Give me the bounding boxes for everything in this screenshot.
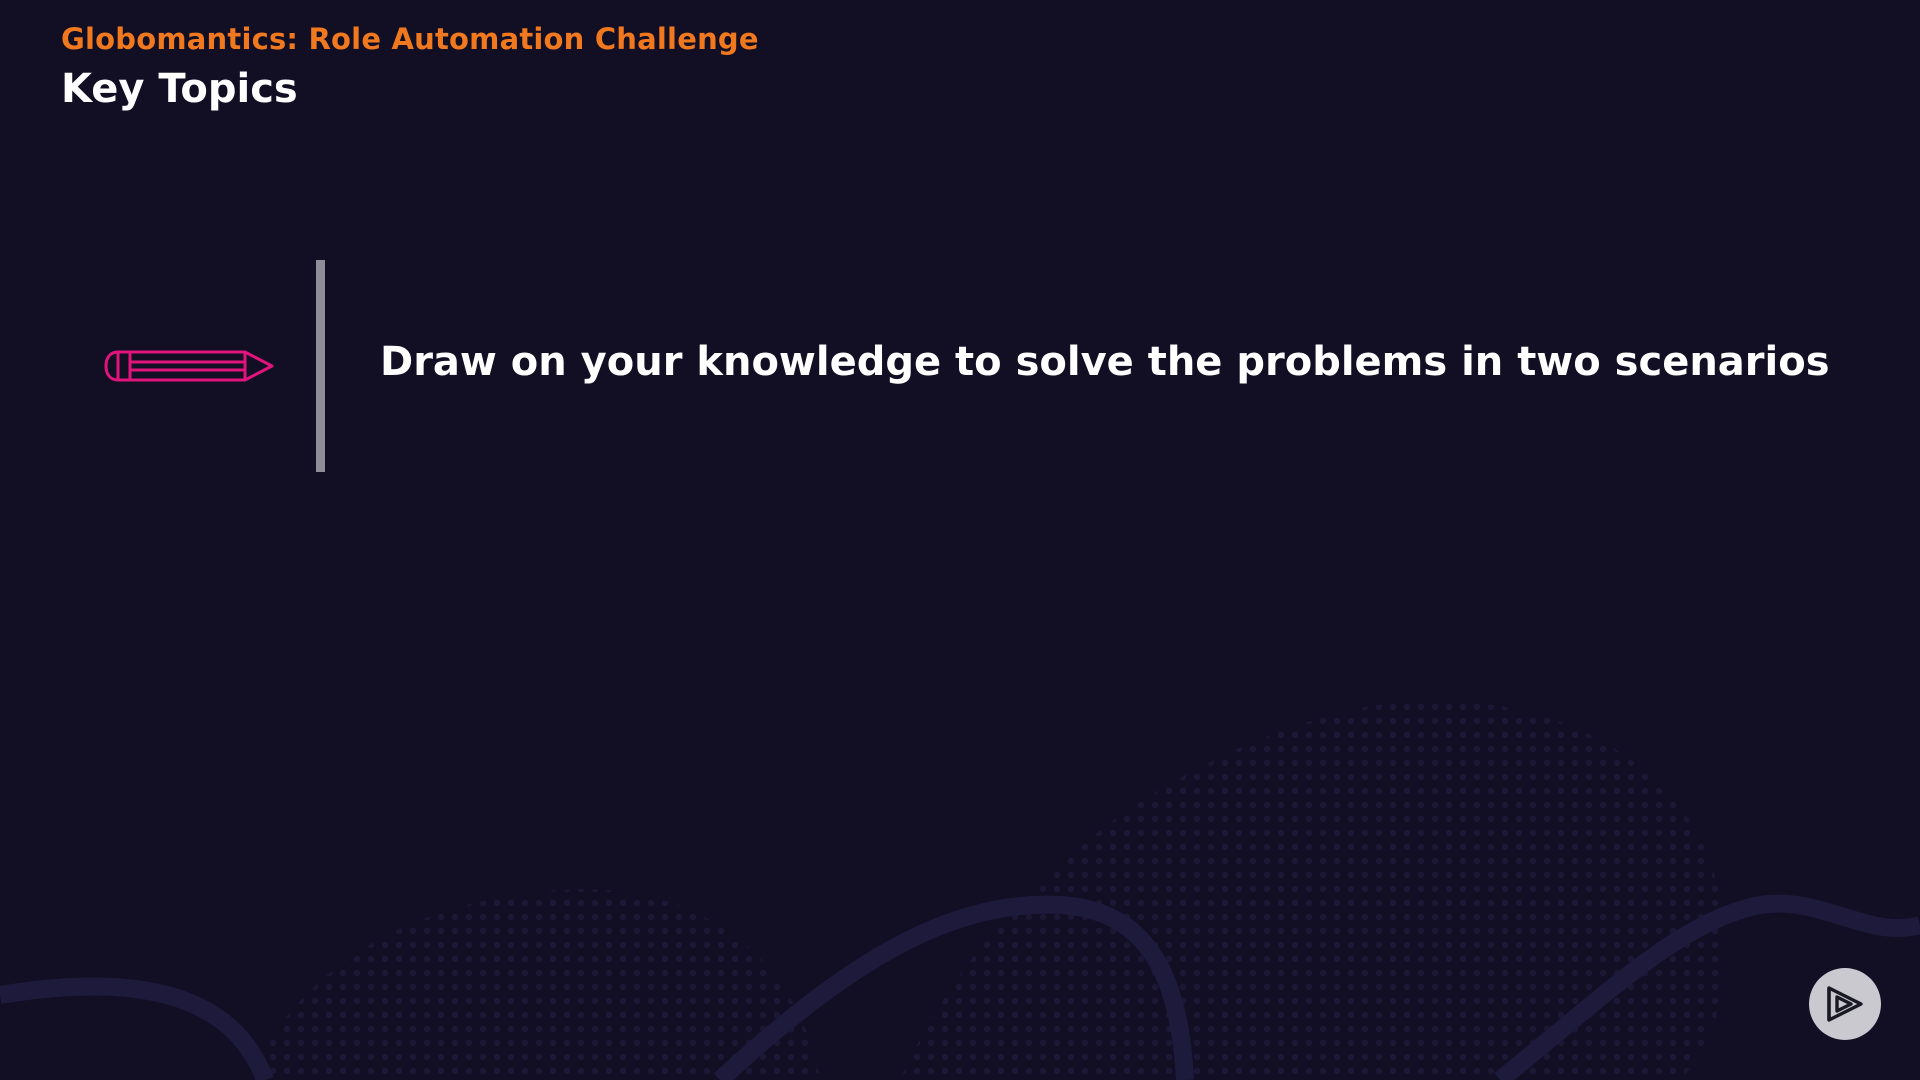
play-logo-button[interactable] <box>1809 968 1881 1040</box>
topic-text: Draw on your knowledge to solve the prob… <box>380 339 1830 385</box>
play-logo-icon <box>1827 986 1863 1022</box>
topic-divider <box>316 260 325 472</box>
pencil-icon <box>104 350 274 382</box>
curve-line-left <box>0 977 274 1080</box>
dot-texture-blob-left <box>250 889 820 1080</box>
slide: Globomantics: Role Automation Challenge … <box>0 0 1920 1080</box>
course-title: Globomantics: Role Automation Challenge <box>61 22 759 56</box>
background-decoration <box>0 700 1920 1080</box>
dot-texture-blob-right <box>900 700 1726 1080</box>
page-title: Key Topics <box>61 66 298 112</box>
